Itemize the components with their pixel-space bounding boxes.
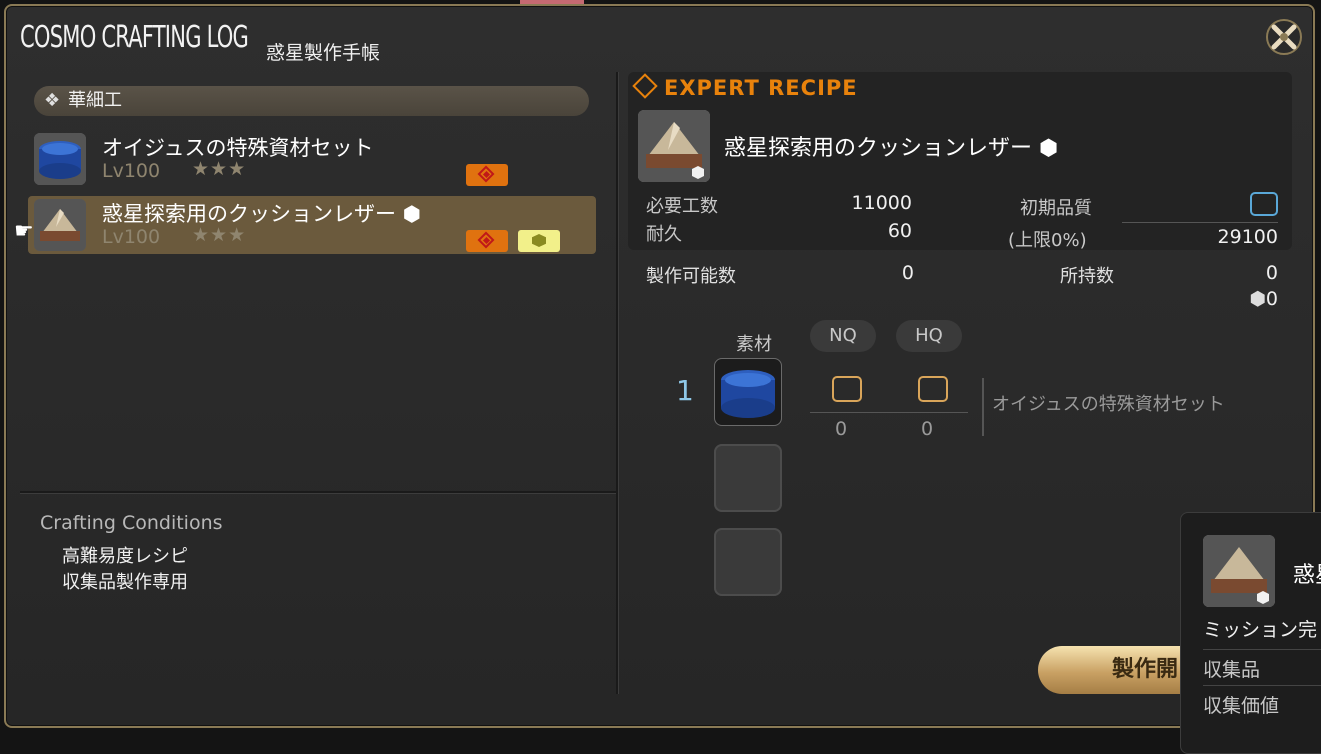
tooltip-line: ミッション完 (1203, 619, 1318, 641)
nq-header: NQ (810, 320, 876, 352)
item-name: 惑星探索用のクッションレザー ⬢ (102, 202, 422, 226)
list-item[interactable]: オイジュスの特殊資材セット Lv100 ★★★ (28, 130, 596, 188)
material-name-divider (982, 378, 984, 436)
item-tooltip: 惑星 ミッション完 収集品 収集価値 (1180, 512, 1321, 754)
owned-label: 所持数 (1060, 266, 1114, 287)
item-stars: ★★★ (192, 224, 247, 246)
item-stars: ★★★ (192, 158, 247, 180)
quality-label: 初期品質 (1020, 198, 1092, 219)
tooltip-divider (1203, 685, 1321, 686)
condition-line: 高難易度レシピ (62, 546, 188, 567)
material-name: オイジュスの特殊資材セット (992, 394, 1225, 415)
durability-label: 耐久 (646, 224, 682, 245)
conditions-divider (20, 491, 616, 493)
blue-material-set-icon[interactable] (714, 358, 782, 426)
category-diamond-icon: ❖ (44, 90, 61, 111)
tooltip-divider (1203, 649, 1321, 650)
window-subtitle: 惑星製作手帳 (266, 42, 381, 64)
condition-line: 収集品製作専用 (62, 572, 188, 593)
craftable-label: 製作可能数 (646, 266, 736, 287)
materials-header: 素材 (736, 334, 772, 355)
quality-bar (1122, 222, 1278, 223)
quality-checkbox[interactable] (1250, 192, 1278, 216)
tooltip-item-name: 惑星 (1293, 563, 1321, 588)
window-title: COSMO CRAFTING LOG (20, 20, 249, 55)
expert-diamond-icon (632, 73, 658, 99)
nq-checkbox[interactable] (832, 376, 862, 402)
close-icon[interactable] (1265, 18, 1303, 56)
hq-checkbox[interactable] (918, 376, 948, 402)
quality-max-value: 29100 (1217, 226, 1278, 248)
material-quantity: 1 (676, 374, 694, 407)
nq-count: 0 (834, 418, 848, 440)
leather-icon[interactable] (638, 110, 710, 182)
pointer-hand-icon: ☛ (14, 219, 34, 244)
item-level: Lv100 (102, 226, 161, 248)
owned-value: 0 (1265, 262, 1278, 284)
quality-cap-label: (上限0%) (1008, 230, 1087, 251)
hq-count: 0 (920, 418, 934, 440)
expert-badge-icon (466, 164, 508, 186)
panel-divider (616, 72, 618, 694)
list-item-selected[interactable]: ☛ 惑星探索用のクッションレザー ⬢ Lv100 ★★★ (14, 196, 596, 254)
leather-icon (1203, 535, 1275, 607)
category-label: 華細工 (68, 90, 122, 111)
progress-label: 必要工数 (646, 196, 718, 217)
hq-header: HQ (896, 320, 962, 352)
progress-value: 11000 (851, 192, 912, 214)
empty-material-slot (714, 528, 782, 596)
material-divider (810, 412, 968, 413)
recipe-list-panel: ❖ 華細工 オイジュスの特殊資材セット Lv100 ★★★ ☛ 惑星探索用のクッ… (14, 72, 616, 692)
craftable-value: 0 (901, 262, 914, 284)
owned-collectable-value: ⬢0 (1249, 288, 1278, 310)
collectable-icon: ⬢ (1249, 288, 1266, 310)
durability-value: 60 (887, 220, 912, 242)
expert-badge-icon (466, 230, 508, 252)
leather-icon (34, 199, 86, 251)
cosmo-crafting-log-window: COSMO CRAFTING LOG 惑星製作手帳 ❖ 華細工 オイジュスの特殊… (4, 4, 1315, 728)
expert-recipe-header: EXPERT RECIPE (632, 73, 858, 100)
recipe-summary: EXPERT RECIPE 惑星探索用のクッションレザー ⬢ 必要工数 1100… (628, 72, 1292, 251)
conditions-title: Crafting Conditions (40, 512, 223, 534)
category-header[interactable]: ❖ 華細工 (34, 86, 589, 116)
item-level: Lv100 (102, 160, 161, 182)
tooltip-line: 収集価値 (1203, 695, 1280, 717)
empty-material-slot (714, 444, 782, 512)
collectable-badge-icon (518, 230, 560, 252)
recipe-name: 惑星探索用のクッションレザー ⬢ (724, 136, 1059, 161)
blue-material-set-icon (34, 133, 86, 185)
tooltip-line: 収集品 (1203, 659, 1261, 681)
